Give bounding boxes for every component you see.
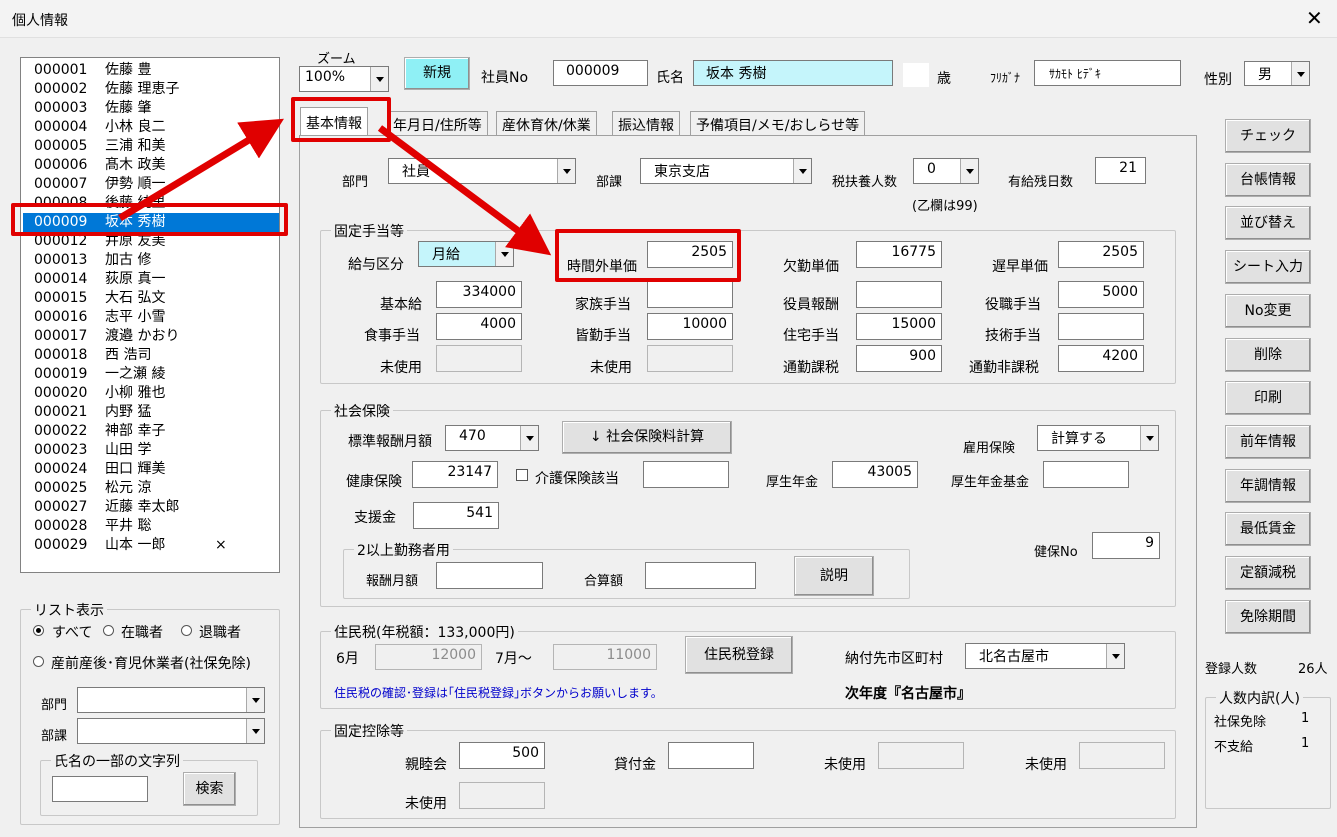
arrow-to-overtime xyxy=(377,125,552,256)
arrow-to-tab xyxy=(118,118,284,221)
annotation-arrows xyxy=(118,118,552,256)
